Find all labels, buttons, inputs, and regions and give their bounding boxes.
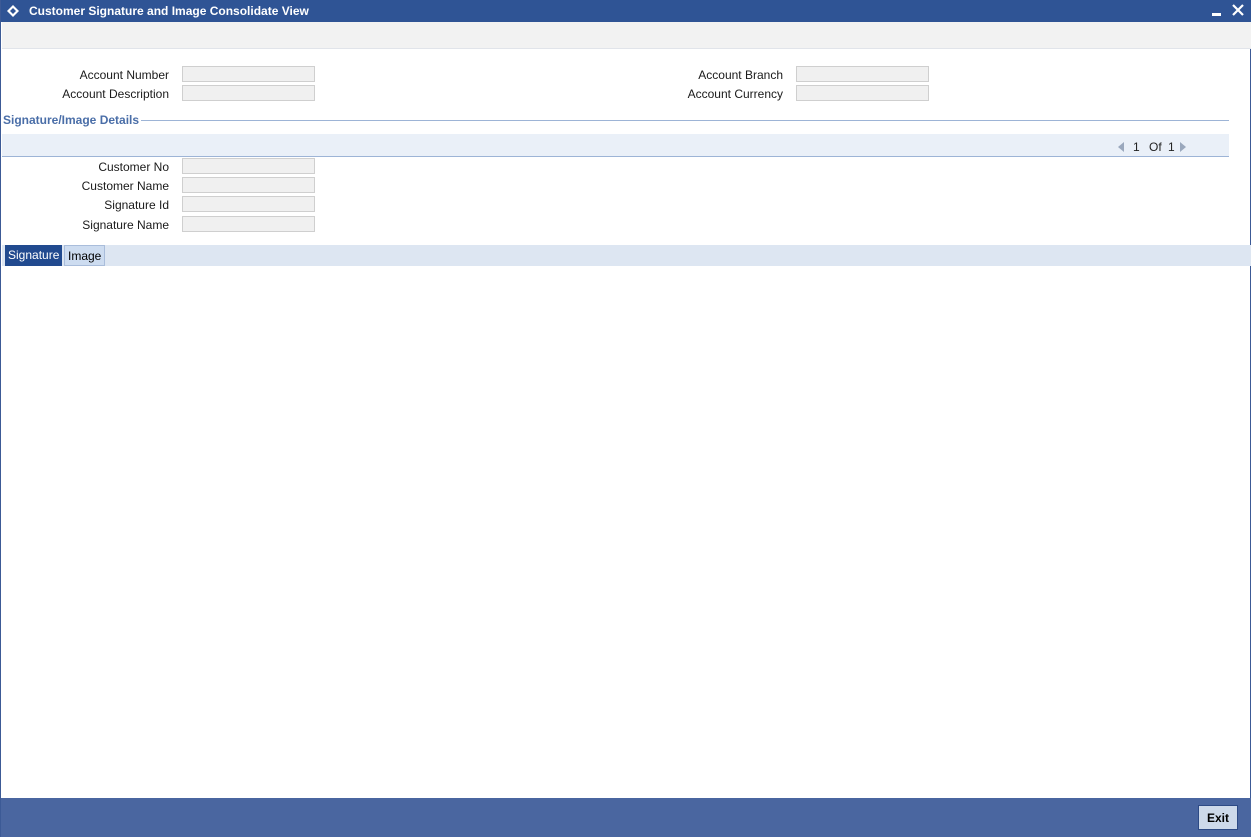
customer-name-field[interactable] [182,177,315,193]
account-description-label: Account Description [62,87,169,101]
pager-total: 1 [1168,140,1175,154]
signature-id-label: Signature Id [104,198,169,212]
window-title: Customer Signature and Image Consolidate… [29,4,309,18]
account-description-field[interactable] [182,85,315,101]
signature-name-label: Signature Name [82,218,169,232]
window: Customer Signature and Image Consolidate… [0,0,1251,837]
diamond-icon [7,5,19,17]
customer-no-label: Customer No [98,160,169,174]
close-icon[interactable] [1231,2,1245,18]
account-currency-label: Account Currency [687,87,783,101]
account-number-label: Account Number [79,68,169,82]
title-bar: Customer Signature and Image Consolidate… [1,0,1251,22]
account-number-field[interactable] [182,66,315,82]
tab-bar [2,245,1251,266]
account-branch-field[interactable] [796,66,929,82]
signature-id-field[interactable] [182,196,315,212]
next-record-icon[interactable] [1179,141,1187,153]
record-navigation-bar [2,134,1229,157]
toolbar-strip [2,22,1251,49]
section-divider [141,120,1229,121]
pager-of-label: Of [1149,140,1162,154]
footer-bar [1,798,1251,837]
customer-name-label: Customer Name [81,179,169,193]
minimize-icon[interactable] [1210,2,1224,18]
tab-signature[interactable]: Signature [5,245,63,266]
customer-no-field[interactable] [182,158,315,174]
account-branch-label: Account Branch [698,68,783,82]
previous-record-icon[interactable] [1117,141,1125,153]
exit-button[interactable]: Exit [1198,805,1238,830]
signature-name-field[interactable] [182,216,315,232]
pager-current: 1 [1133,140,1140,154]
section-title: Signature/Image Details [3,113,140,127]
tab-image[interactable]: Image [64,245,106,266]
account-currency-field[interactable] [796,85,929,101]
